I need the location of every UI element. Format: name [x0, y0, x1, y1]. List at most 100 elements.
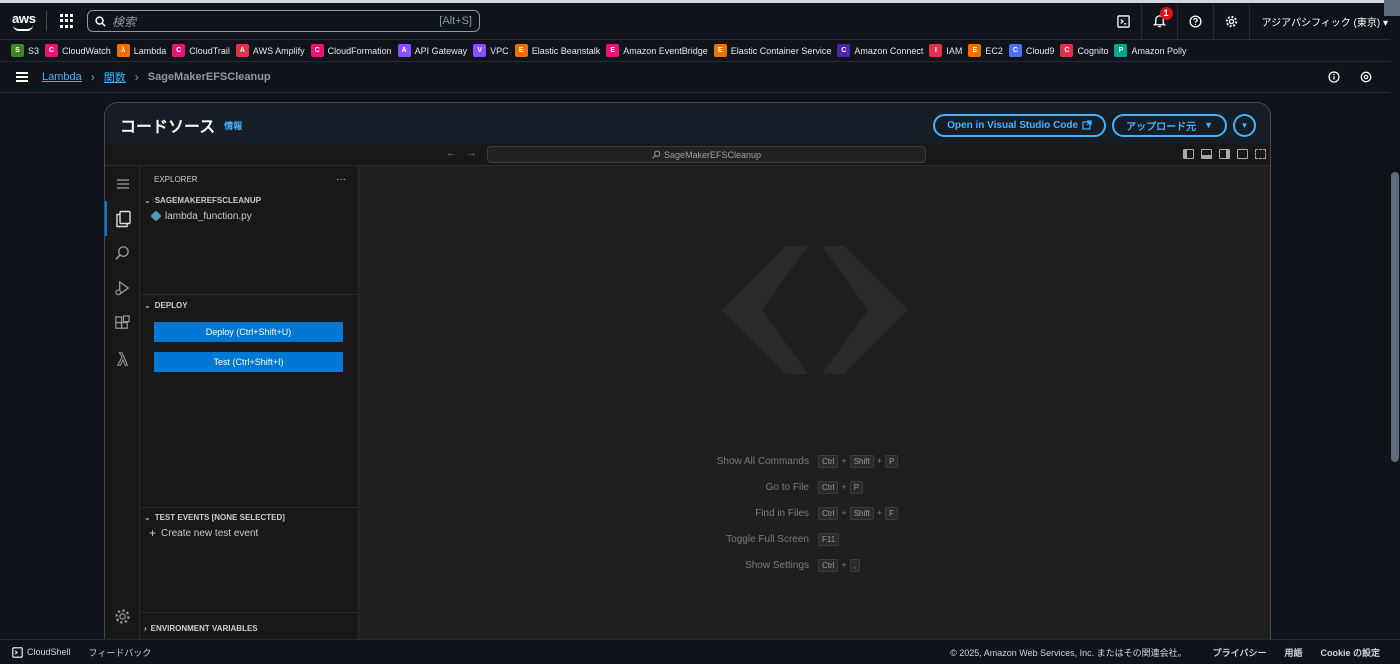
service-icon: C: [172, 44, 186, 57]
favorite-item[interactable]: P Amazon Polly: [1114, 44, 1187, 57]
favorite-item[interactable]: E Amazon EventBridge: [606, 44, 708, 57]
terms-link[interactable]: 用語: [1284, 646, 1302, 659]
plus-separator: +: [841, 560, 847, 570]
favorite-item[interactable]: E Elastic Beanstalk: [514, 44, 600, 57]
favorite-item[interactable]: I IAM: [929, 44, 962, 57]
activity-menu[interactable]: [105, 166, 140, 201]
upload-from-label: アップロード元: [1126, 121, 1197, 133]
plus-separator: +: [841, 482, 847, 492]
favorite-item[interactable]: S S3: [11, 44, 39, 57]
page-title: コードソース: [120, 119, 216, 136]
region-selector[interactable]: アジアパシフィック (東京) ▾: [1250, 14, 1400, 29]
scroll-up-icon[interactable]: [1384, 0, 1400, 16]
cloudshell-link[interactable]: CloudShell: [27, 647, 71, 657]
favorite-item[interactable]: C Cloud9: [1008, 44, 1055, 57]
favorite-item[interactable]: C CloudFormation: [310, 44, 392, 57]
service-icon: E: [713, 44, 727, 57]
activity-search[interactable]: [105, 236, 140, 271]
activity-explorer[interactable]: [105, 201, 140, 236]
favorite-item[interactable]: E Elastic Container Service: [713, 44, 831, 57]
forward-arrow-icon[interactable]: →: [466, 147, 477, 159]
breadcrumb-lambda[interactable]: Lambda: [42, 71, 82, 83]
breadcrumb-functions[interactable]: 関数: [104, 69, 126, 85]
service-icon: E: [968, 44, 982, 57]
favorite-label: CloudTrail: [189, 45, 230, 56]
code-editor: ← → SageMakerEFSCleanup EXPLORER ··· ⌄ S…: [105, 144, 1270, 641]
keybinding-key: Ctrl: [818, 480, 839, 494]
favorite-item[interactable]: C CloudWatch: [45, 44, 111, 57]
info-icon[interactable]: [1328, 71, 1340, 83]
plus-separator: +: [876, 456, 882, 466]
favorite-label: Cloud9: [1025, 45, 1055, 56]
file-item[interactable]: lambda_function.py: [140, 208, 358, 224]
toggle-secondary-sidebar-icon[interactable]: [1219, 149, 1230, 159]
open-vscode-label: Open in Visual Studio Code: [947, 119, 1079, 131]
menu-icon[interactable]: [16, 70, 28, 84]
activity-extensions[interactable]: [105, 306, 140, 341]
more-actions-button[interactable]: ▼: [1233, 113, 1256, 137]
settings-button[interactable]: [1214, 2, 1250, 40]
cloudshell-button[interactable]: [1106, 2, 1142, 40]
test-events-section[interactable]: ⌄ TEST EVENTS [NONE SELECTED]: [140, 509, 358, 525]
preferences-icon[interactable]: [1360, 71, 1372, 83]
favorite-label: EC2: [985, 45, 1003, 56]
services-grid-icon[interactable]: [60, 14, 74, 28]
favorite-item[interactable]: C Amazon Connect: [837, 44, 923, 57]
env-vars-section[interactable]: › ENVIRONMENT VARIABLES: [140, 620, 258, 636]
cloudshell-icon: [12, 646, 23, 658]
deploy-section[interactable]: ⌄ DEPLOY: [140, 297, 358, 313]
service-icon: C: [1008, 44, 1022, 57]
breadcrumb-separator-icon: ›: [134, 70, 139, 84]
back-arrow-icon[interactable]: ←: [446, 147, 457, 159]
activity-settings[interactable]: [105, 599, 140, 634]
aws-logo-text: aws: [12, 11, 36, 26]
full-screen-icon[interactable]: [1255, 149, 1266, 159]
open-vscode-button[interactable]: Open in Visual Studio Code: [933, 113, 1107, 137]
keybinding-key: ,: [849, 558, 860, 572]
more-actions-icon[interactable]: ···: [336, 174, 346, 185]
notifications-button[interactable]: 1: [1142, 2, 1178, 40]
upload-from-button[interactable]: アップロード元 ▼: [1112, 113, 1227, 137]
favorite-item[interactable]: C Cognito: [1060, 44, 1108, 57]
favorite-item[interactable]: λ Lambda: [116, 44, 167, 57]
service-icon: A: [397, 44, 411, 57]
favorite-item[interactable]: V VPC: [473, 44, 509, 57]
favorite-item[interactable]: E EC2: [968, 44, 1003, 57]
code-source-panel: コードソース 情報 Open in Visual Studio Code アップ…: [104, 102, 1271, 642]
activity-run-debug[interactable]: [105, 271, 140, 306]
layout-controls: [1183, 149, 1266, 159]
test-button[interactable]: Test (Ctrl+Shift+I): [154, 352, 343, 372]
aws-logo[interactable]: aws: [12, 10, 36, 32]
folder-name: SAGEMAKEREFSCLEANUP: [154, 195, 261, 205]
cookie-settings-link[interactable]: Cookie の設定: [1320, 646, 1380, 659]
service-icon: P: [1114, 44, 1128, 57]
favorite-label: CloudWatch: [62, 45, 111, 56]
privacy-link[interactable]: プライバシー: [1213, 646, 1267, 659]
feedback-link[interactable]: フィードバック: [89, 646, 152, 659]
service-icon: C: [1060, 44, 1074, 57]
service-icon: C: [837, 44, 851, 57]
search-input[interactable]: 検索 [Alt+S]: [87, 10, 480, 32]
help-button[interactable]: [1178, 2, 1214, 40]
customize-layout-icon[interactable]: [1237, 149, 1248, 159]
scrollbar-thumb[interactable]: [1391, 172, 1399, 462]
create-test-event[interactable]: + Create new test event: [140, 525, 358, 541]
search-shortcut: [Alt+S]: [439, 15, 472, 27]
section-divider: [140, 507, 359, 508]
folder-section[interactable]: ⌄ SAGEMAKEREFSCLEANUP: [140, 192, 358, 208]
command-center[interactable]: SageMakerEFSCleanup: [487, 146, 926, 163]
service-icon: λ: [116, 44, 130, 57]
activity-lambda[interactable]: [105, 341, 140, 376]
toggle-primary-sidebar-icon[interactable]: [1183, 149, 1194, 159]
favorite-item[interactable]: C CloudTrail: [172, 44, 230, 57]
favorites-bar: S S3 C CloudWatch λ Lambda C CloudTrail A AWS Amp…: [0, 40, 1390, 62]
info-link[interactable]: 情報: [224, 119, 242, 132]
favorite-item[interactable]: A AWS Amplify: [235, 44, 305, 57]
chevron-down-icon: ⌄: [144, 300, 151, 310]
favorite-item[interactable]: A API Gateway: [397, 44, 467, 57]
page-scrollbar[interactable]: [1384, 0, 1400, 639]
toggle-panel-icon[interactable]: [1201, 149, 1212, 159]
deploy-button[interactable]: Deploy (Ctrl+Shift+U): [154, 322, 343, 342]
shortcut-row: Toggle Full Screen F11: [360, 526, 1270, 552]
favorite-label: Lambda: [133, 45, 167, 56]
